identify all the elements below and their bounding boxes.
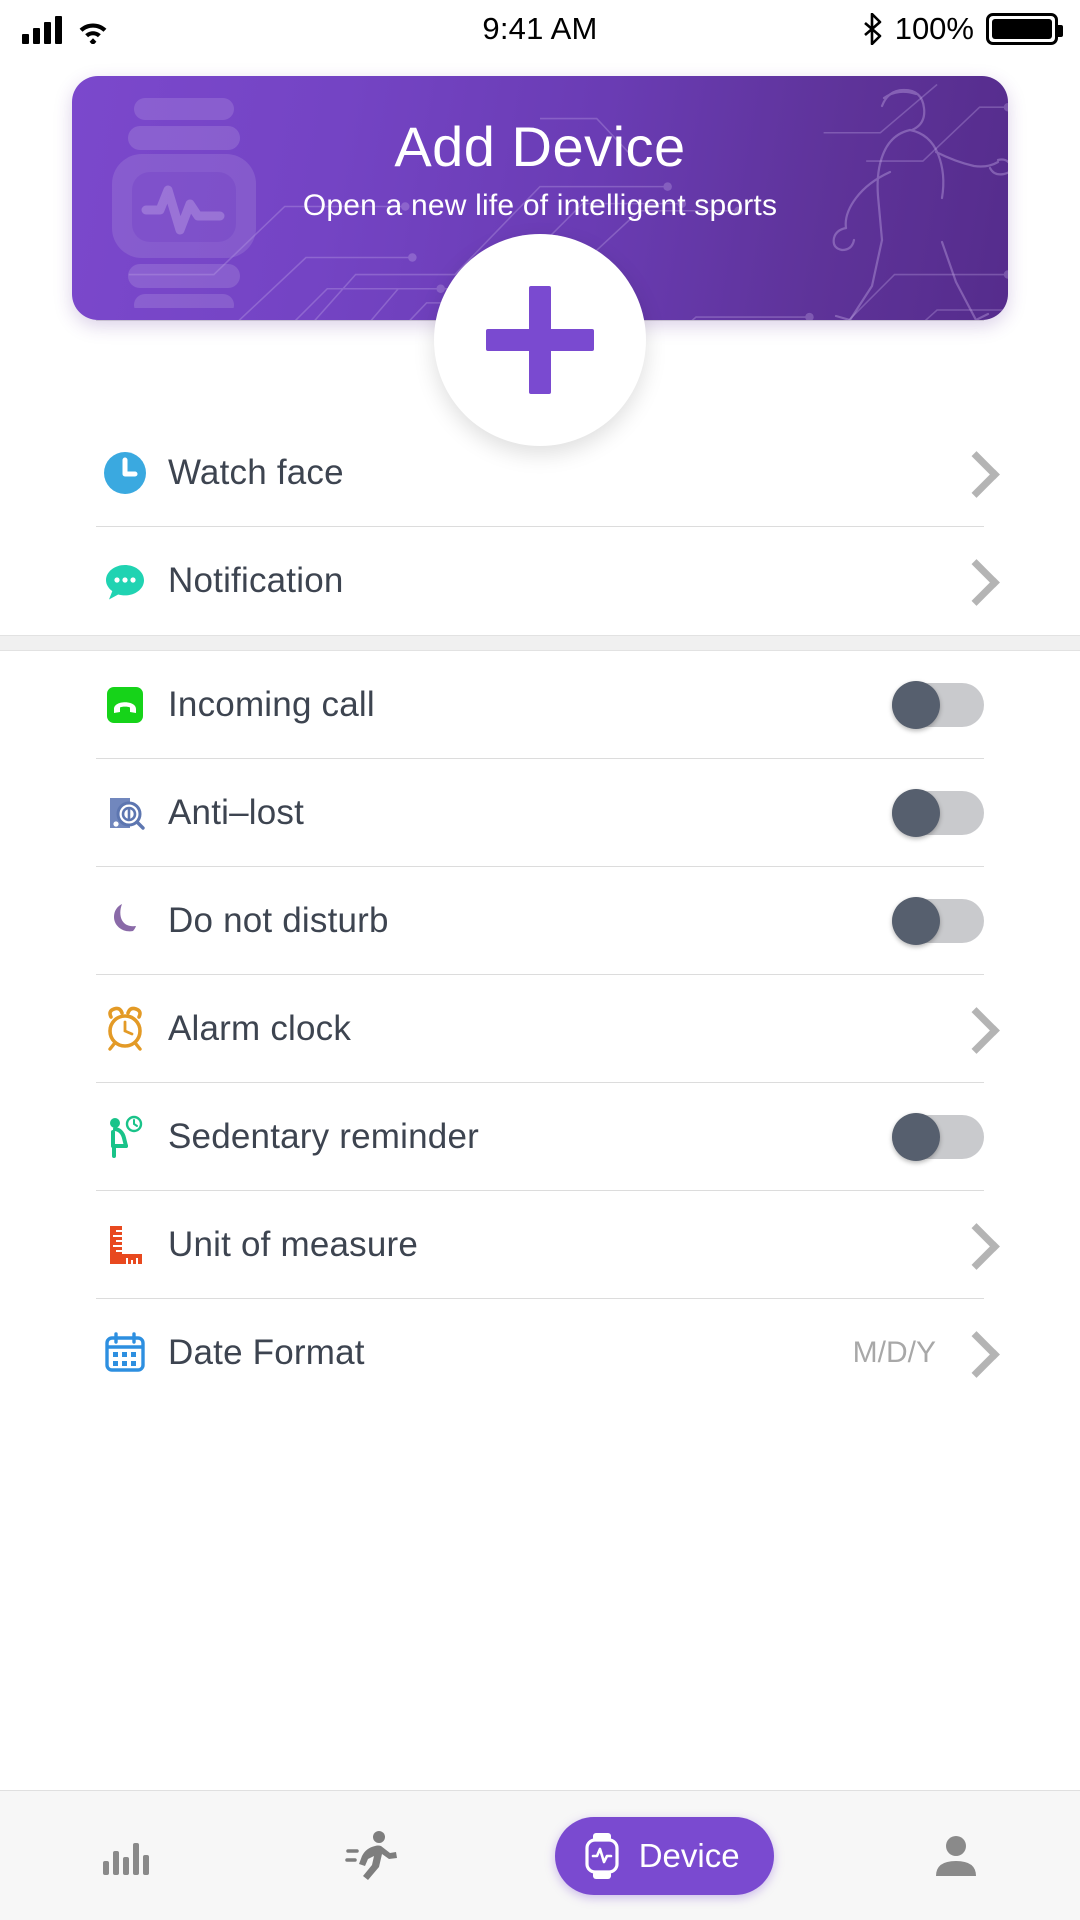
row-sedentary-reminder[interactable]: Sedentary reminder bbox=[96, 1083, 984, 1191]
person-icon bbox=[929, 1829, 983, 1883]
settings-section: Incoming call Anti–lost Do not disturb A… bbox=[0, 651, 1080, 1407]
row-label: Anti–lost bbox=[168, 792, 305, 832]
watch-illustration bbox=[112, 98, 256, 308]
tab-sport[interactable] bbox=[248, 1827, 496, 1885]
row-control[interactable]: M/D/Y bbox=[853, 1331, 984, 1375]
tab-device[interactable]: Device bbox=[497, 1816, 832, 1895]
chevron-right-icon[interactable] bbox=[958, 559, 984, 603]
bottom-tab-bar: Device bbox=[0, 1790, 1080, 1920]
ruler-icon bbox=[96, 1216, 154, 1274]
toggle-knob bbox=[892, 1112, 940, 1161]
calendar-icon bbox=[96, 1324, 154, 1382]
row-label: Incoming call bbox=[168, 684, 375, 724]
chevron-right-icon[interactable] bbox=[958, 1331, 984, 1375]
toggle-knob bbox=[892, 896, 940, 945]
chevron-right-icon[interactable] bbox=[958, 1223, 984, 1267]
row-label: Sedentary reminder bbox=[168, 1116, 479, 1156]
row-notification[interactable]: Notification bbox=[96, 527, 984, 635]
row-date-format[interactable]: Date Format M/D/Y bbox=[96, 1299, 984, 1407]
toggle-sedentary-reminder[interactable] bbox=[892, 1112, 984, 1161]
row-label: Watch face bbox=[168, 452, 344, 492]
row-control[interactable] bbox=[892, 788, 984, 837]
runner-illustration bbox=[832, 88, 1008, 320]
battery-icon bbox=[986, 13, 1063, 45]
section-divider-band bbox=[0, 635, 1080, 651]
chevron-right-icon[interactable] bbox=[958, 451, 984, 495]
toggle-knob bbox=[892, 680, 940, 729]
tab-profile[interactable] bbox=[832, 1829, 1080, 1883]
row-control[interactable] bbox=[958, 451, 984, 495]
row-label: Alarm clock bbox=[168, 1008, 352, 1048]
sedentary-icon bbox=[96, 1108, 154, 1166]
clock-icon bbox=[96, 444, 154, 502]
row-anti-lost[interactable]: Anti–lost bbox=[96, 759, 984, 867]
row-label: Notification bbox=[168, 561, 344, 600]
row-control[interactable] bbox=[958, 559, 984, 603]
row-label: Date Format bbox=[168, 1333, 365, 1372]
toggle-knob bbox=[892, 788, 940, 837]
status-bar: 9:41 AM 100% bbox=[0, 0, 1080, 58]
row-unit-of-measure[interactable]: Unit of measure bbox=[96, 1191, 984, 1299]
row-label: Do not disturb bbox=[168, 900, 389, 940]
date-format-value: M/D/Y bbox=[852, 1336, 936, 1369]
phone-icon bbox=[96, 676, 154, 734]
row-label: Unit of measure bbox=[168, 1224, 419, 1264]
chevron-right-icon[interactable] bbox=[958, 1007, 984, 1051]
running-icon bbox=[343, 1827, 401, 1885]
row-control[interactable] bbox=[958, 1223, 984, 1267]
toggle-anti-lost[interactable] bbox=[892, 788, 984, 837]
toggle-do-not-disturb[interactable] bbox=[892, 896, 984, 945]
row-control[interactable] bbox=[892, 896, 984, 945]
anti-lost-icon bbox=[96, 784, 154, 842]
moon-icon bbox=[96, 892, 154, 950]
toggle-incoming-call[interactable] bbox=[892, 680, 984, 729]
alarm-clock-icon bbox=[96, 1000, 154, 1058]
tab-stats[interactable] bbox=[0, 1829, 248, 1883]
add-device-banner[interactable]: Add Device Open a new life of intelligen… bbox=[72, 76, 1008, 446]
row-control[interactable] bbox=[892, 1112, 984, 1161]
row-control[interactable] bbox=[958, 1007, 984, 1051]
tab-device-label: Device bbox=[638, 1836, 740, 1874]
row-alarm-clock[interactable]: Alarm clock bbox=[96, 975, 984, 1083]
display-section: Watch face Notification bbox=[0, 419, 1080, 635]
add-device-button[interactable] bbox=[434, 234, 646, 446]
row-incoming-call[interactable]: Incoming call bbox=[96, 651, 984, 759]
status-bar-time: 9:41 AM bbox=[482, 11, 598, 46]
row-control[interactable] bbox=[892, 680, 984, 729]
speech-bubble-icon bbox=[96, 552, 154, 610]
watch-icon bbox=[581, 1832, 623, 1880]
plus-icon bbox=[486, 286, 594, 394]
tab-device-pill[interactable]: Device bbox=[554, 1816, 774, 1895]
row-do-not-disturb[interactable]: Do not disturb bbox=[96, 867, 984, 975]
bar-chart-icon bbox=[97, 1829, 151, 1883]
